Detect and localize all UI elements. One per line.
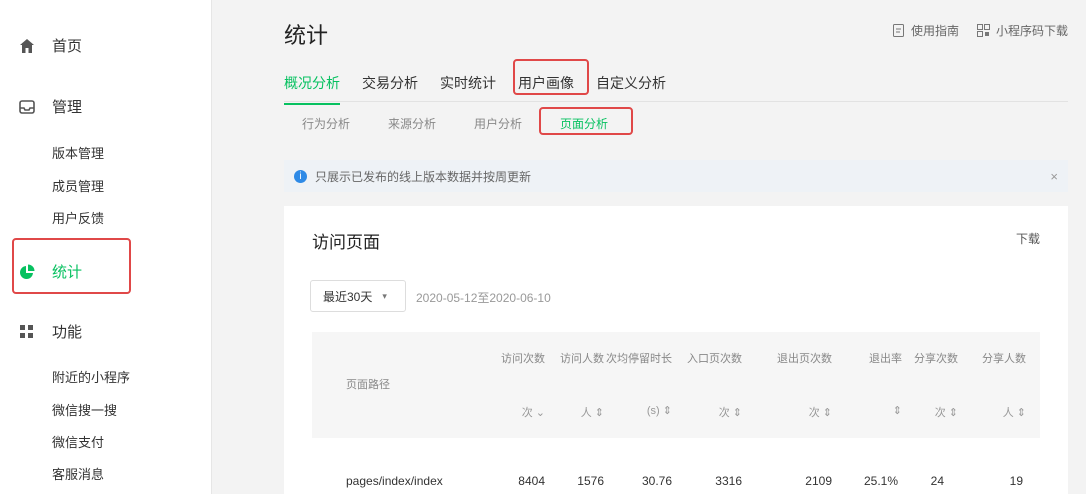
subtab-user[interactable]: 用户分析 — [474, 115, 522, 132]
sidebar-item-pay[interactable]: 微信支付 — [52, 432, 104, 451]
cell-visits: 8404 — [518, 474, 545, 488]
close-icon[interactable]: × — [1050, 169, 1058, 184]
cell-exit-rate: 25.1% — [863, 474, 898, 488]
cell-entry: 3316 — [715, 474, 742, 488]
cell-sharers: 19 — [1009, 474, 1023, 488]
date-range-text: 2020-05-12至2020-06-10 — [416, 291, 551, 305]
sort-toggle-duration[interactable]: (s) ⇕ — [647, 404, 672, 417]
inbox-icon — [18, 98, 36, 116]
column-header-sharers: 分享人数 — [982, 353, 1026, 365]
download-button[interactable]: 下载 — [1016, 230, 1040, 247]
sidebar-item-nearby[interactable]: 附近的小程序 — [52, 367, 130, 386]
chevron-down-icon: ▾ — [382, 290, 387, 301]
cell-visitors: 1576 — [577, 474, 604, 488]
column-header-duration: 次均停留时长 — [606, 353, 672, 365]
document-icon — [892, 24, 904, 37]
notice-text: 只展示已发布的线上版本数据并按周更新 — [315, 169, 532, 184]
sidebar-item-feedback[interactable]: 用户反馈 — [52, 208, 104, 227]
cell-page-path[interactable]: pages/index/index — [346, 474, 443, 488]
sidebar-item-search[interactable]: 微信搜一搜 — [52, 400, 117, 419]
column-header-shares: 分享次数 — [914, 353, 958, 365]
sidebar-item-label: 功能 — [52, 324, 83, 341]
sidebar-item-service[interactable]: 客服消息 — [52, 464, 104, 483]
sidebar-item-home[interactable]: 首页 — [18, 35, 82, 56]
info-icon: i — [294, 169, 307, 183]
sort-toggle-exit-rate[interactable]: ⇕ — [893, 404, 902, 417]
column-header-path: 页面路径 — [346, 379, 390, 391]
home-icon — [18, 37, 36, 55]
grid-icon — [18, 323, 36, 341]
subtab-behavior[interactable]: 行为分析 — [302, 115, 350, 132]
column-header-entry: 入口页次数 — [687, 353, 742, 365]
date-range-select[interactable]: 最近30天 ▾ — [310, 280, 406, 312]
sidebar-item-manage[interactable]: 管理 — [18, 96, 82, 117]
sort-toggle-shares[interactable]: 次 ⇕ — [935, 404, 958, 420]
tabs-divider — [284, 101, 1068, 102]
sort-toggle-visits[interactable]: 次 ⌄ — [522, 404, 545, 420]
highlight-box-user-portrait — [513, 59, 589, 95]
qrcode-download-label: 小程序码下载 — [995, 24, 1068, 38]
qrcode-icon — [976, 24, 990, 37]
highlight-box-stats — [12, 238, 131, 294]
qrcode-download-link[interactable]: 小程序码下载 — [976, 22, 1068, 39]
sort-toggle-entry[interactable]: 次 ⇕ — [719, 404, 742, 420]
sort-toggle-visitors[interactable]: 人 ⇕ — [581, 404, 604, 420]
sort-toggle-exit[interactable]: 次 ⇕ — [809, 404, 832, 420]
sidebar-item-members[interactable]: 成员管理 — [52, 176, 104, 195]
column-header-exit-rate: 退出率 — [869, 353, 902, 365]
column-header-exit: 退出页次数 — [777, 353, 832, 365]
sidebar-item-label: 首页 — [52, 38, 83, 55]
sidebar-item-label: 管理 — [52, 99, 83, 116]
table-header: 页面路径 访问次数 访问人数 次均停留时长 入口页次数 退出页次数 退出率 分享… — [312, 332, 1040, 438]
highlight-box-page-analysis — [539, 107, 633, 135]
sidebar: 首页 管理 版本管理 成员管理 用户反馈 统计 功能 附近的小程序 微信搜一搜 … — [0, 0, 212, 494]
date-range-value: 最近30天 — [323, 289, 373, 304]
sidebar-item-version[interactable]: 版本管理 — [52, 143, 104, 162]
cell-shares: 24 — [930, 474, 944, 488]
page-title: 统计 — [284, 23, 329, 48]
subtab-source[interactable]: 来源分析 — [388, 115, 436, 132]
main-content: 统计 使用指南 小程序码下载 概况分析 交易分析 实时统计 用户画像 自定义分析… — [213, 0, 1086, 494]
card-title: 访问页面 — [312, 233, 380, 252]
sidebar-item-features[interactable]: 功能 — [18, 321, 82, 342]
sort-toggle-sharers[interactable]: 人 ⇕ — [1003, 404, 1026, 420]
column-header-visits: 访问次数 — [501, 353, 545, 365]
notice-bar: i 只展示已发布的线上版本数据并按周更新 × — [284, 160, 1068, 192]
guide-link-label: 使用指南 — [910, 24, 959, 38]
cell-exit: 2109 — [805, 474, 832, 488]
column-header-visitors: 访问人数 — [560, 353, 604, 365]
guide-link[interactable]: 使用指南 — [892, 22, 959, 39]
visit-pages-card: 访问页面 下载 最近30天 ▾ 2020-05-12至2020-06-10 页面… — [284, 206, 1068, 494]
top-links: 使用指南 小程序码下载 — [892, 22, 1068, 39]
cell-duration: 30.76 — [641, 474, 672, 488]
